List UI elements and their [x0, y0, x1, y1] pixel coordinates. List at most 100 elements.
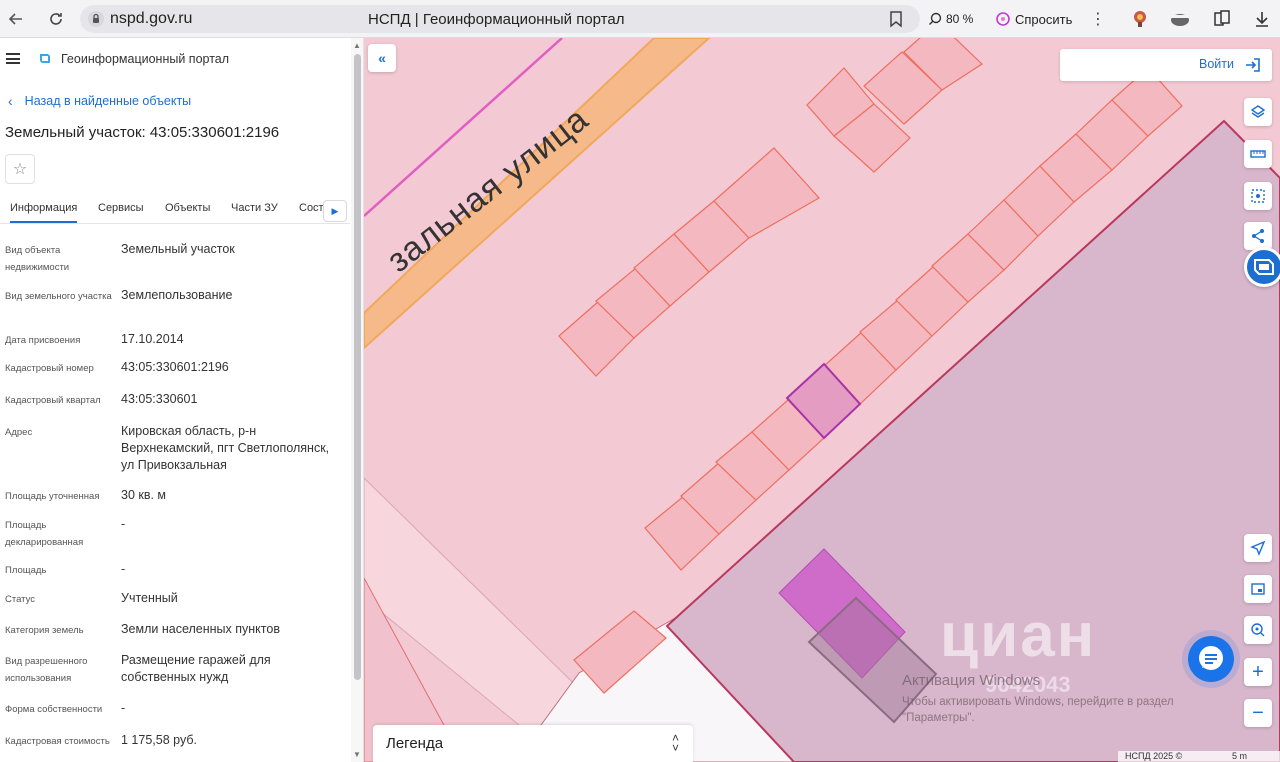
double-chevron-left-icon: « [378, 50, 386, 66]
property-label: Адрес [5, 427, 33, 438]
property-label: Вид разрешенного использования [5, 656, 88, 684]
property-label: Категория земель [5, 625, 84, 636]
layers-icon [1250, 105, 1266, 118]
property-value: Кировская область, р-н Верхнекамский, пг… [121, 424, 330, 472]
zoom-out-button[interactable]: − [1244, 699, 1272, 727]
expand-collapse-icon: ˄ ˅ [671, 731, 679, 755]
property-label: Кадастровый квартал [5, 395, 101, 406]
minus-icon: − [1252, 701, 1264, 724]
tab-objects[interactable]: Объекты [165, 202, 210, 214]
windows-activation-title: Активация Windows [902, 672, 1041, 689]
map-scale-bar: НСПД 2025 © 5 m [1118, 751, 1280, 762]
tab-info[interactable]: Информация [10, 202, 78, 223]
star-icon: ☆ [12, 161, 28, 178]
zoom-indicator[interactable]: 80 % [928, 7, 973, 31]
property-value: Земельный участок [121, 242, 235, 256]
navigation-arrow-icon [1250, 540, 1266, 556]
ai-sparkle-icon [996, 12, 1010, 26]
property-value: Размещение гаражей для собственных нужд [121, 653, 271, 684]
location-search-icon [1251, 623, 1265, 637]
map-canvas[interactable] [364, 38, 1280, 762]
login-icon [1246, 58, 1260, 72]
property-value: 1 175,58 руб. [121, 733, 197, 747]
url-text: nspd.gov.ru [110, 10, 193, 27]
tab-composition[interactable]: Сост [299, 202, 324, 214]
scroll-down-icon[interactable]: ▼ [353, 750, 361, 759]
property-label: Вид объекта недвижимости [5, 245, 70, 273]
hamburger-menu-icon[interactable] [6, 53, 20, 64]
nspd-logo-icon [1254, 259, 1274, 275]
extension-icon[interactable] [1130, 9, 1150, 29]
bookmark-icon[interactable] [886, 9, 906, 29]
layers-button[interactable] [1244, 98, 1272, 126]
minimap-button[interactable] [1244, 575, 1272, 603]
ruler-button[interactable] [1244, 140, 1272, 168]
minimap-icon [1251, 583, 1265, 595]
favorite-button[interactable]: ☆ [5, 154, 35, 184]
geolocation-button[interactable] [1244, 534, 1272, 562]
property-value: 17.10.2014 [121, 332, 184, 346]
property-value: Учтенный [121, 591, 178, 605]
more-vertical-icon[interactable]: ⋮ [1088, 9, 1108, 29]
reload-icon[interactable] [44, 7, 68, 31]
nspd-service-badge[interactable] [1244, 247, 1280, 287]
property-value: - [121, 701, 126, 715]
tabs-scroll-right-button[interactable]: ▶ [323, 200, 347, 222]
zoom-icon [929, 12, 942, 25]
property-label: Статус [5, 594, 36, 605]
collapse-panel-button[interactable]: « [368, 44, 396, 72]
page-title: НСПД | Геоинформационный портал [368, 11, 625, 28]
collections-icon[interactable] [1212, 9, 1232, 29]
address-bar[interactable]: nspd.gov.ru НСПД | Геоинформационный пор… [80, 5, 920, 33]
property-value: - [121, 517, 126, 531]
property-value: 43:05:330601:2196 [121, 360, 229, 374]
chat-button[interactable] [1188, 636, 1234, 682]
tab-services[interactable]: Сервисы [98, 202, 144, 214]
zoom-in-button[interactable]: + [1244, 658, 1272, 686]
portal-title: Геоинформационный портал [61, 52, 230, 66]
chevron-left-icon: ‹ [8, 93, 13, 109]
profile-icon[interactable] [1170, 9, 1190, 29]
property-label: Кадастровый номер [5, 363, 94, 374]
map-layers [364, 38, 1280, 762]
select-area-icon [1251, 189, 1265, 203]
login-button[interactable]: Войти [1060, 49, 1272, 81]
info-panel: Геоинформационный портал ‹ Назад в найде… [0, 38, 364, 762]
back-arrow-icon[interactable] [4, 7, 28, 31]
share-button[interactable] [1244, 222, 1272, 250]
property-label: Кадастровая стоимость [5, 736, 110, 747]
caret-right-icon: ▶ [331, 205, 339, 216]
property-value: 43:05:330601 [121, 392, 198, 406]
ask-label: Спросить [1015, 11, 1073, 27]
legend-label: Легенда [386, 735, 444, 752]
scale-label: 5 m [1232, 751, 1248, 761]
property-label: Площадь уточненная [5, 491, 100, 502]
portal-logo-icon [38, 51, 52, 65]
property-value: Земли населенных пунктов [121, 622, 280, 636]
legend-toggle[interactable]: Легенда ˄ ˅ [373, 725, 693, 762]
watermark-text: циан [940, 601, 1097, 670]
plus-icon: + [1252, 660, 1264, 683]
select-area-button[interactable] [1244, 182, 1272, 210]
login-label: Войти [1199, 57, 1234, 71]
share-icon [1252, 229, 1264, 243]
copyright-text: НСПД 2025 © [1125, 751, 1183, 761]
tab-parts[interactable]: Части ЗУ [231, 202, 278, 214]
property-label: Дата присвоения [5, 335, 81, 346]
back-to-results-link[interactable]: ‹ Назад в найденные объекты [8, 93, 191, 109]
property-value: 30 кв. м [121, 488, 167, 502]
site-info-icon[interactable] [86, 9, 106, 29]
object-title: Земельный участок: 43:05:330601:2196 [5, 124, 280, 141]
tab-bar: Информация Сервисы Объекты Части ЗУ Сост [0, 198, 350, 224]
scrollbar-thumb[interactable] [354, 54, 361, 680]
download-icon[interactable] [1252, 9, 1272, 29]
search-location-button[interactable] [1244, 616, 1272, 644]
scroll-up-icon[interactable]: ▲ [353, 41, 361, 50]
ask-button[interactable]: Спросить [995, 6, 1072, 32]
property-label: Площадь декларированная [5, 520, 84, 548]
zoom-value: 80 % [946, 12, 974, 26]
windows-activation-text: Чтобы активировать Windows, перейдите в … [902, 696, 1174, 724]
property-label: Форма собственности [5, 704, 103, 715]
back-link-label: Назад в найденные объекты [24, 94, 192, 108]
chat-bubble-icon [1199, 646, 1223, 670]
